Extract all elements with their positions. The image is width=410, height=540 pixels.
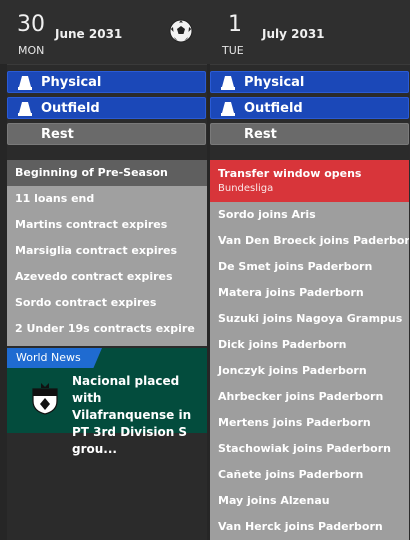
training-cone-icon: [18, 102, 32, 116]
event-item[interactable]: 2 Under 19s contracts expire: [7, 316, 207, 342]
pill-label: Outfield: [41, 101, 100, 116]
pill-label: Outfield: [244, 101, 303, 116]
pill-label: Physical: [41, 75, 102, 90]
right-transfers-list: Transfer window opens Bundesliga Sordo j…: [210, 160, 409, 540]
football-icon: [169, 19, 193, 43]
transfer-window-title: Transfer window opens: [218, 167, 362, 180]
training-outfield-pill[interactable]: Outfield: [7, 97, 206, 119]
day-of-week-label: TUE: [222, 44, 244, 57]
left-events-list: Beginning of Pre-Season 11 loans end Mar…: [7, 160, 207, 346]
transfer-item[interactable]: Matera joins Paderborn: [210, 280, 409, 306]
training-physical-pill[interactable]: Physical: [210, 71, 409, 93]
day-of-week-label: MON: [18, 44, 45, 57]
month-year-label: June 2031: [55, 27, 123, 41]
transfer-item[interactable]: Sordo joins Aris: [210, 202, 409, 228]
day-number: 1: [228, 12, 242, 37]
transfer-item[interactable]: Cañete joins Paderborn: [210, 462, 409, 488]
club-crest-icon: [32, 383, 58, 415]
transfer-item[interactable]: Van Herck joins Paderborn: [210, 514, 409, 540]
event-item[interactable]: Sordo contract expires: [7, 290, 207, 316]
transfer-item[interactable]: Stachowiak joins Paderborn: [210, 436, 409, 462]
event-item[interactable]: Martins contract expires: [7, 212, 207, 238]
transfer-window-league: Bundesliga: [218, 183, 274, 194]
transfer-item[interactable]: Van Den Broeck joins Paderborn: [210, 228, 409, 254]
event-header[interactable]: Beginning of Pre-Season: [7, 160, 207, 186]
training-rest-pill[interactable]: Rest: [7, 123, 206, 145]
transfer-item[interactable]: Jonczyk joins Paderborn: [210, 358, 409, 384]
date-tue-1[interactable]: 1: [228, 14, 242, 36]
transfer-item[interactable]: Mertens joins Paderborn: [210, 410, 409, 436]
training-cone-icon: [18, 76, 32, 90]
transfer-item[interactable]: De Smet joins Paderborn: [210, 254, 409, 280]
transfer-item[interactable]: Dick joins Paderborn: [210, 332, 409, 358]
pill-label: Rest: [244, 127, 277, 142]
transfer-item[interactable]: Ahrbecker joins Paderborn: [210, 384, 409, 410]
transfer-window-banner[interactable]: Transfer window opens Bundesliga: [210, 160, 409, 202]
event-item[interactable]: Marsiglia contract expires: [7, 238, 207, 264]
pill-label: Rest: [41, 127, 74, 142]
transfer-item[interactable]: Suzuki joins Nagoya Grampus: [210, 306, 409, 332]
date-mon-30[interactable]: 30: [17, 14, 45, 36]
training-outfield-pill[interactable]: Outfield: [210, 97, 409, 119]
training-physical-pill[interactable]: Physical: [7, 71, 206, 93]
left-gutter: [0, 64, 7, 540]
training-cone-icon: [221, 102, 235, 116]
world-news-card[interactable]: World News Nacional placed with Vilafran…: [7, 348, 207, 456]
transfer-item[interactable]: May joins Alzenau: [210, 488, 409, 514]
training-rest-pill[interactable]: Rest: [210, 123, 409, 145]
pill-label: Physical: [244, 75, 305, 90]
training-cone-icon: [221, 76, 235, 90]
event-item[interactable]: 11 loans end: [7, 186, 207, 212]
month-year-label: July 2031: [262, 27, 325, 41]
event-item[interactable]: Azevedo contract expires: [7, 264, 207, 290]
day-number: 30: [17, 12, 45, 37]
world-news-tab: World News: [7, 348, 102, 368]
calendar-header: 30 June 2031 MON 1 July 2031 TUE: [0, 0, 410, 65]
news-headline: Nacional placed with Vilafranquense in P…: [72, 374, 192, 456]
